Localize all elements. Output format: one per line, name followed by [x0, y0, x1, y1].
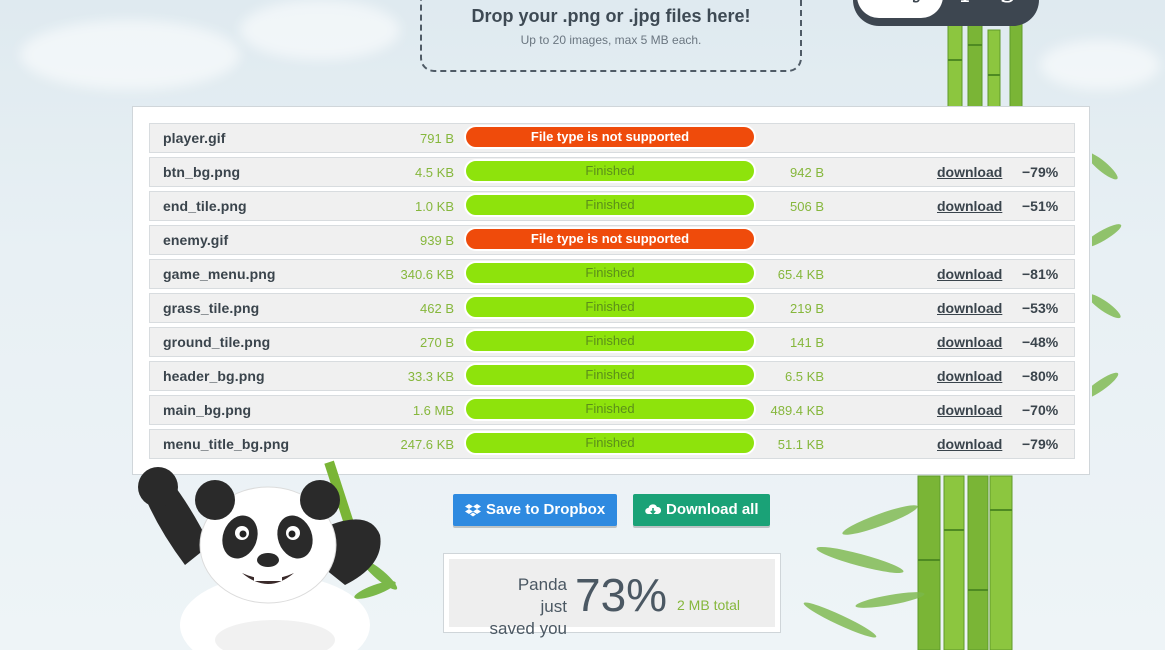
download-link[interactable]: download [937, 266, 1002, 282]
original-size: 270 B [420, 335, 454, 350]
cloud-decoration [240, 0, 400, 60]
save-to-dropbox-button[interactable]: Save to Dropbox [453, 494, 617, 526]
savings-summary: Panda just saved you 73% 2 MB total [443, 553, 781, 638]
cloud-download-icon [645, 504, 661, 515]
dropbox-icon [465, 504, 481, 517]
download-link[interactable]: download [937, 368, 1002, 384]
file-result-row: btn_bg.png 4.5 KB Finished 942 B download −79… [149, 157, 1075, 187]
compressed-size: 506 B [790, 199, 824, 214]
compressed-size: 65.4 KB [777, 267, 824, 282]
download-all-label: Download all [666, 501, 759, 518]
file-result-row: end_tile.png 1.0 KB Finished 506 B download −… [149, 191, 1075, 221]
tinypng-logo[interactable]: tiny png [853, 0, 1039, 26]
save-to-dropbox-label: Save to Dropbox [486, 501, 606, 518]
savings-percentage: −70% [1022, 402, 1059, 418]
file-name: enemy.gif [163, 232, 229, 248]
cloud-decoration [1040, 40, 1160, 90]
download-link[interactable]: download [937, 436, 1002, 452]
bamboo-leaves-decoration [1092, 152, 1122, 400]
panda-mascot-illustration [138, 460, 398, 650]
original-size: 791 B [420, 131, 454, 146]
file-name: ground_tile.png [163, 334, 271, 350]
savings-percent: 73% [575, 569, 668, 621]
file-name: btn_bg.png [163, 164, 241, 180]
compressed-size: 219 B [790, 301, 824, 316]
file-name: player.gif [163, 130, 226, 146]
savings-percentage: −79% [1022, 164, 1059, 180]
file-result-row: enemy.gif 939 B File type is not supported [149, 225, 1075, 255]
original-size: 33.3 KB [407, 369, 454, 384]
file-name: main_bg.png [163, 402, 252, 418]
savings-percentage: −81% [1022, 266, 1059, 282]
file-name: game_menu.png [163, 266, 276, 282]
original-size: 1.0 KB [414, 199, 454, 214]
file-result-row: player.gif 791 B File type is not supporte… [149, 123, 1075, 153]
compressed-size: 489.4 KB [770, 403, 825, 418]
file-result-row: ground_tile.png 270 B Finished 141 B downloa… [149, 327, 1075, 357]
status-bar-finished: Finished [464, 329, 756, 353]
original-size: 462 B [420, 301, 454, 316]
compressed-size: 6.5 KB [784, 369, 824, 384]
status-bar-finished: Finished [464, 193, 756, 217]
status-bar-finished: Finished [464, 397, 756, 421]
original-size: 939 B [420, 233, 454, 248]
results-panel: player.gif 791 B File type is not supporte… [132, 106, 1090, 475]
status-bar-finished: Finished [464, 295, 756, 319]
original-size: 4.5 KB [414, 165, 454, 180]
savings-summary-inner: Panda just saved you 73% 2 MB total [449, 559, 775, 638]
logo-text-png: png [945, 0, 1033, 18]
download-link[interactable]: download [937, 334, 1002, 350]
savings-caption: Panda just saved you [487, 574, 568, 640]
original-size: 340.6 KB [400, 267, 455, 282]
download-all-button[interactable]: Download all [633, 494, 770, 526]
file-result-row: grass_tile.png 462 B Finished 219 B download… [149, 293, 1075, 323]
original-size: 247.6 KB [400, 437, 455, 452]
download-link[interactable]: download [937, 300, 1002, 316]
status-bar-error: File type is not supported [464, 125, 756, 149]
savings-total: 2 MB total [677, 597, 741, 613]
original-size: 1.6 MB [412, 403, 454, 418]
status-bar-finished: Finished [464, 159, 756, 183]
file-name: menu_title_bg.png [163, 436, 290, 452]
savings-caption-line2: saved you [489, 619, 568, 638]
savings-percentage: −80% [1022, 368, 1059, 384]
compressed-size: 942 B [790, 165, 824, 180]
drop-zone-subtitle: Up to 20 images, max 5 MB each. [520, 33, 702, 47]
status-bar-finished: Finished [464, 363, 756, 387]
download-link[interactable]: download [937, 402, 1002, 418]
status-bar-finished: Finished [464, 431, 756, 455]
savings-percentage: −48% [1022, 334, 1059, 350]
compressed-size: 51.1 KB [777, 437, 824, 452]
savings-percentage: −79% [1022, 436, 1059, 452]
file-result-row: main_bg.png 1.6 MB Finished 489.4 KB downloa… [149, 395, 1075, 425]
savings-percentage: −53% [1022, 300, 1059, 316]
file-drop-zone[interactable]: Drop your .png or .jpg files here! Up to… [420, 0, 802, 72]
file-result-row: game_menu.png 340.6 KB Finished 65.4 KB down… [149, 259, 1075, 289]
drop-zone-title: Drop your .png or .jpg files here! [471, 6, 751, 26]
compressed-size: 141 B [790, 335, 824, 350]
download-link[interactable]: download [937, 164, 1002, 180]
file-name: grass_tile.png [163, 300, 260, 316]
savings-percentage: −51% [1022, 198, 1059, 214]
logo-text-tiny: tiny [857, 0, 943, 18]
file-name: end_tile.png [163, 198, 247, 214]
status-bar-finished: Finished [464, 261, 756, 285]
file-name: header_bg.png [163, 368, 265, 384]
savings-caption-line1: Panda just [517, 575, 567, 616]
download-link[interactable]: download [937, 198, 1002, 214]
cloud-decoration [20, 20, 240, 90]
status-bar-error: File type is not supported [464, 227, 756, 251]
file-result-row: header_bg.png 33.3 KB Finished 6.5 KB downlo… [149, 361, 1075, 391]
